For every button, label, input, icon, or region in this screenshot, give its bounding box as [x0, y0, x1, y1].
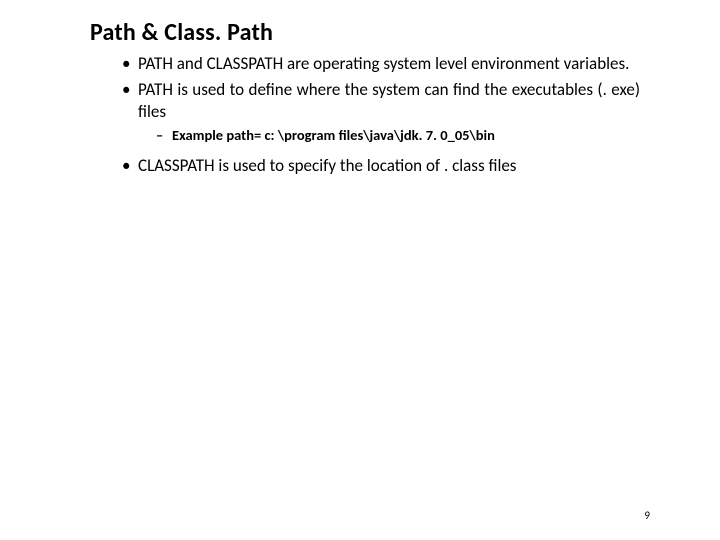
bullet-item: PATH is used to define where the system … — [122, 79, 640, 145]
slide: Path & Class. Path PATH and CLASSPATH ar… — [0, 0, 720, 540]
bullet-item: PATH and CLASSPATH are operating system … — [122, 53, 640, 75]
page-number: 9 — [644, 509, 650, 522]
bullet-item: CLASSPATH is used to specify the locatio… — [122, 155, 640, 177]
slide-title: Path & Class. Path — [90, 18, 640, 47]
sub-bullet-list: Example path= c: \program files\java\jdk… — [138, 126, 640, 145]
bullet-text: PATH is used to define where the system … — [138, 79, 640, 122]
sub-bullet-item: Example path= c: \program files\java\jdk… — [156, 126, 640, 145]
bullet-list: PATH and CLASSPATH are operating system … — [90, 53, 640, 177]
